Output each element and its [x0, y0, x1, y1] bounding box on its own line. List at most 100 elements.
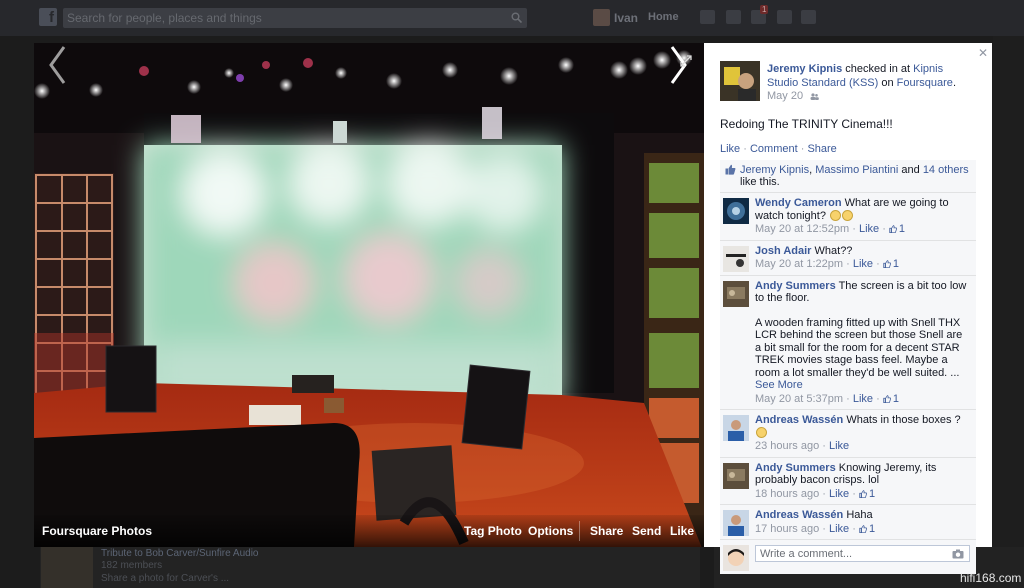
commenter-name-link[interactable]: Josh Adair — [755, 245, 811, 257]
comment-like-link[interactable]: Like — [853, 393, 873, 405]
options-button[interactable]: Options — [528, 524, 573, 538]
commenter-avatar[interactable] — [723, 462, 749, 489]
commenter-avatar[interactable] — [723, 198, 749, 224]
fullscreen-expand-icon[interactable] — [680, 55, 692, 67]
photo-action-bar: Foursquare Photos Tag Photo Options Shar… — [34, 515, 704, 547]
like-photo-button[interactable]: Like — [670, 524, 694, 538]
comment-time-link[interactable]: 23 hours ago — [755, 440, 819, 452]
comment-like-count[interactable]: 1 — [859, 523, 875, 535]
commenter-avatar[interactable] — [723, 510, 749, 536]
comment-like-link[interactable]: Like — [829, 440, 849, 452]
commenter-name-link[interactable]: Andy Summers — [755, 462, 836, 474]
comment-time-link[interactable]: May 20 at 12:52pm — [755, 223, 849, 235]
author-avatar[interactable] — [720, 61, 760, 101]
search-input[interactable] — [63, 8, 493, 28]
commenter-name-link[interactable]: Wendy Cameron — [755, 197, 842, 209]
author-name-link[interactable]: Jeremy Kipnis — [767, 63, 842, 75]
likes-suffix: like this. — [740, 176, 780, 188]
comment-like-link[interactable]: Like — [859, 223, 879, 235]
comment-meta: 18 hours ago · Like · 1 — [755, 487, 876, 500]
search-icon[interactable] — [511, 12, 522, 23]
like-thumb-icon — [725, 164, 736, 175]
comment-text: Haha — [846, 509, 873, 521]
see-more-link[interactable]: See More — [755, 379, 803, 391]
theater-photo — [34, 43, 704, 547]
liker-link[interactable]: Massimo Piantini — [815, 164, 898, 176]
previous-photo-chevron-left-icon[interactable] — [46, 43, 70, 87]
post-actions: Like · Comment · Share — [720, 143, 837, 155]
reply-row — [720, 540, 976, 574]
comment-time-link[interactable]: 17 hours ago — [755, 523, 819, 535]
comment-item: Andy Summers Knowing Jeremy, its probabl… — [720, 458, 976, 505]
background-group-members: 182 members — [101, 560, 163, 571]
comment-item: Andreas Wassén Whats in those boxes ? 23… — [720, 410, 976, 458]
tag-photo-button[interactable]: Tag Photo — [464, 524, 522, 538]
comment-meta: May 20 at 5:37pm · Like · 1 — [755, 392, 899, 405]
like-thumb-icon — [859, 524, 867, 533]
camera-icon[interactable] — [952, 549, 964, 559]
close-icon[interactable]: ✕ — [978, 46, 988, 60]
others-link[interactable]: 14 others — [923, 164, 969, 176]
commenter-avatar[interactable] — [723, 280, 749, 307]
user-avatar[interactable] — [593, 9, 610, 26]
comment-link[interactable]: Comment — [750, 143, 798, 155]
comment-time-link[interactable]: May 20 at 1:22pm — [755, 258, 843, 270]
commenter-avatar[interactable] — [723, 415, 749, 441]
period-text: . — [952, 77, 956, 89]
comment-like-count[interactable]: 1 — [883, 393, 899, 405]
commenter-name-link[interactable]: Andreas Wassén — [755, 509, 843, 521]
background-group-thumbnail — [41, 545, 93, 588]
post-date-link[interactable]: May 20 — [767, 90, 803, 102]
commenter-name-link[interactable]: Andreas Wassén — [755, 414, 843, 426]
send-button[interactable]: Send — [632, 524, 661, 538]
facebook-logo-icon[interactable]: f — [39, 8, 57, 26]
comment-time-link[interactable]: 18 hours ago — [755, 488, 819, 500]
share-link[interactable]: Share — [807, 143, 836, 155]
photo-stage[interactable] — [34, 43, 704, 547]
commenter-name-link[interactable]: Andy Summers — [755, 280, 836, 292]
comment-input[interactable] — [755, 545, 970, 562]
comment-text-continued: A wooden framing fitted up with Snell TH… — [755, 316, 963, 379]
post-date: May 20 — [767, 90, 819, 102]
settings-dropdown-icon[interactable] — [801, 10, 816, 24]
like-thumb-icon — [859, 489, 867, 498]
comment-meta: May 20 at 12:52pm · Like · 1 — [755, 223, 906, 235]
messages-icon[interactable] — [726, 10, 741, 24]
comment-item: Wendy Cameron What are we going to watch… — [720, 193, 976, 241]
comment-like-count[interactable]: 1 — [859, 488, 875, 500]
liker-link[interactable]: Jeremy Kipnis — [740, 164, 809, 176]
comment-meta: 17 hours ago · Like · 1 — [755, 522, 876, 535]
smile-emoji-icon — [842, 209, 853, 221]
post-text: Redoing The TRINITY Cinema!!! — [720, 117, 893, 131]
background-group-desc: Share a photo for Carver's ... — [101, 573, 230, 584]
comment-item: Josh Adair What?? May 20 at 1:22pm · Lik… — [720, 241, 976, 276]
smile-emoji-icon — [756, 426, 767, 438]
comment-meta: May 20 at 1:22pm · Like · 1 — [755, 258, 899, 270]
search-box[interactable] — [63, 8, 527, 28]
share-button[interactable]: Share — [590, 524, 623, 538]
privacy-icon[interactable] — [777, 10, 792, 24]
like-thumb-icon — [883, 394, 891, 403]
comment-like-link[interactable]: Like — [829, 488, 849, 500]
like-thumb-icon — [883, 260, 891, 268]
likes-summary: Jeremy Kipnis, Massimo Piantini and 14 o… — [720, 160, 976, 193]
divider — [579, 521, 580, 541]
comment-time-link[interactable]: May 20 at 5:37pm — [755, 393, 843, 405]
home-link[interactable]: Home — [648, 11, 679, 23]
watermark-text: hifi168.com — [960, 571, 1022, 585]
user-name-link[interactable]: Ivan — [614, 11, 638, 25]
on-text: on — [881, 77, 894, 89]
album-title-link[interactable]: Foursquare Photos — [42, 524, 152, 538]
comment-like-count[interactable]: 1 — [883, 258, 899, 270]
friends-audience-icon[interactable] — [810, 92, 819, 100]
smile-emoji-icon — [830, 209, 841, 221]
friend-requests-icon[interactable] — [700, 10, 715, 24]
current-user-avatar — [723, 545, 749, 571]
comment-item: Andreas Wassén Haha 17 hours ago · Like … — [720, 505, 976, 540]
comment-like-link[interactable]: Like — [853, 258, 873, 270]
app-link[interactable]: Foursquare — [897, 77, 953, 89]
comment-like-count[interactable]: 1 — [889, 223, 905, 235]
commenter-avatar[interactable] — [723, 245, 749, 272]
comment-like-link[interactable]: Like — [829, 523, 849, 535]
like-link[interactable]: Like — [720, 143, 740, 155]
